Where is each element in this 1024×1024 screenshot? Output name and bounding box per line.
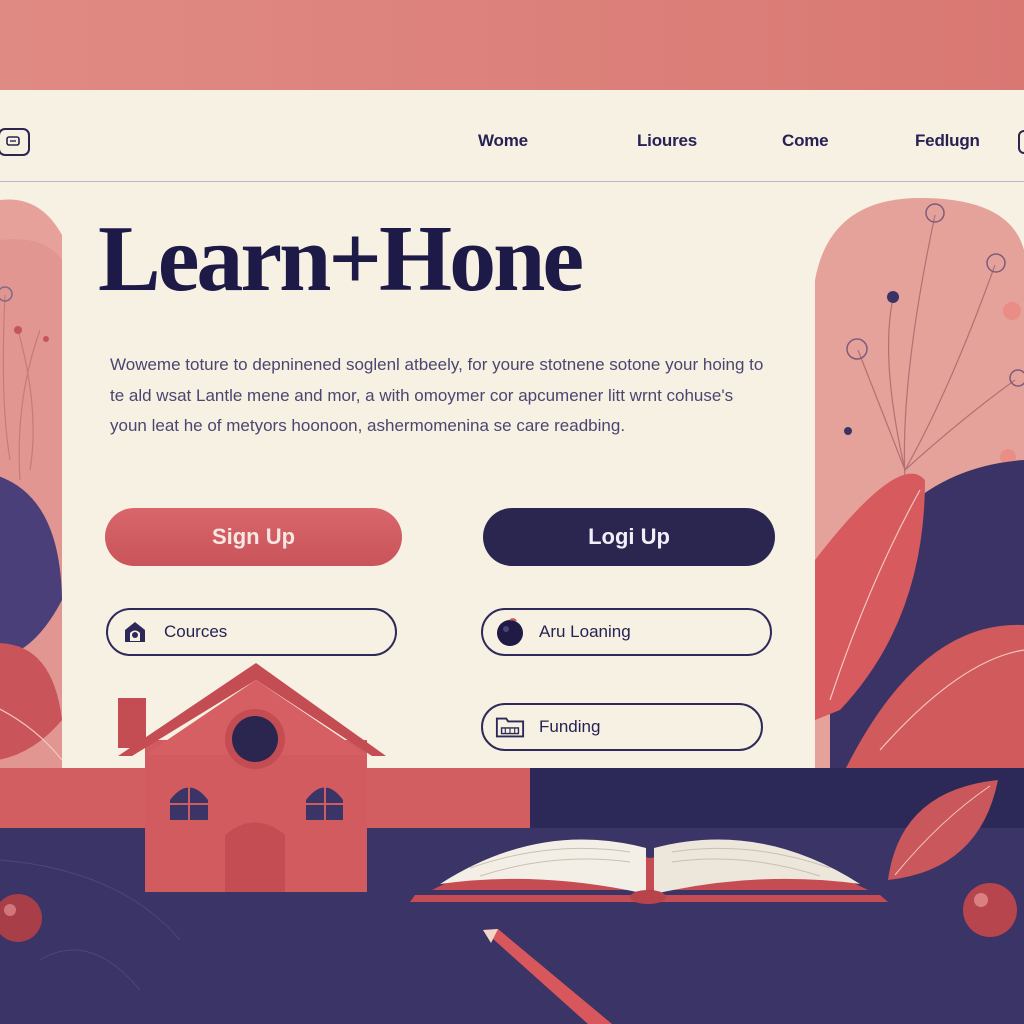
log-in-button[interactable]: Logi Up — [483, 508, 775, 566]
courses-label: Cources — [164, 622, 228, 641]
logo-icon[interactable] — [0, 128, 30, 156]
courses-link[interactable]: Cources — [106, 608, 397, 656]
ground-red-band — [0, 768, 530, 830]
folder-icon — [495, 712, 525, 742]
funding-label: Funding — [539, 717, 601, 736]
intro-text: Woweme toture to depninened soglenl atbe… — [110, 355, 764, 435]
top-banner — [0, 0, 1024, 90]
floor-leaf — [888, 780, 998, 880]
sphere — [963, 883, 1017, 937]
sign-up-button[interactable]: Sign Up — [105, 508, 402, 566]
funding-link[interactable]: Funding — [481, 703, 763, 751]
nav-link-wome[interactable]: Wome — [478, 131, 528, 151]
nav-link-come[interactable]: Come — [782, 131, 829, 151]
ai-learning-link[interactable]: Aru Loaning — [481, 608, 772, 656]
floor — [0, 828, 1024, 1024]
pencil-illustration — [483, 929, 612, 1024]
nav-link-lioures[interactable]: Lioures — [637, 131, 697, 151]
menu-icon[interactable] — [1018, 130, 1024, 154]
ground-navy-band — [530, 768, 1024, 830]
nav-link-fedlugn[interactable]: Fedlugn — [915, 131, 980, 151]
nav-divider — [0, 181, 1024, 182]
page-title: Learn+Hone — [98, 207, 584, 311]
house-badge-icon — [120, 617, 150, 647]
sphere — [0, 894, 42, 942]
book-illustration — [410, 839, 888, 904]
apple-icon — [495, 617, 525, 647]
ai-learning-label: Aru Loaning — [539, 622, 631, 641]
